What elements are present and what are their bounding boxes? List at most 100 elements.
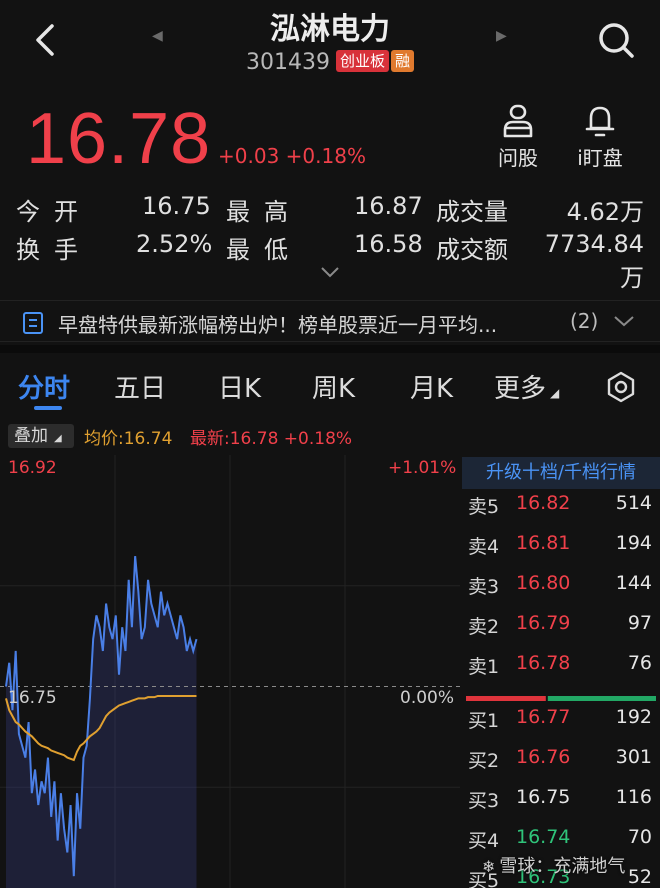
order-book-row: 卖4 16.81 194 [466,532,656,572]
watermark-text: 雪球：充满地气 [499,856,626,877]
order-volume: 116 [615,786,652,808]
stock-subtitle: 301439 创业板融 [0,50,660,75]
volume-label: 成交量 [436,198,508,226]
bell-icon [585,106,615,137]
order-book-row: 卖5 16.82 514 [466,492,656,532]
intraday-chart[interactable] [0,455,460,888]
order-volume: 52 [627,866,652,888]
tab-intraday[interactable]: 分时 [18,368,70,405]
person-icon [503,104,533,138]
order-book-row: 买1 16.77 192 [466,706,656,746]
next-stock-icon[interactable]: ▶ [496,28,507,44]
order-level-label: 买3 [468,790,500,812]
upgrade-order-book-button[interactable]: 升级十档/千档行情 [462,457,660,489]
order-book-row: 卖1 16.78 76 [466,652,656,692]
open-label: 今开 [16,198,92,226]
average-price-label: 均价:16.74 [84,429,173,449]
order-volume: 514 [615,492,652,514]
order-level-label: 卖4 [468,536,500,558]
ask-stock-button[interactable]: 问股 [488,104,548,171]
high-value: 16.87 [354,192,423,220]
change-percent: +0.18% [285,144,366,168]
order-price: 16.74 [516,826,571,848]
settings-icon [607,371,635,403]
chart-base-pct-label: 0.00% [400,688,455,708]
price-change: +0.03 +0.18% [218,144,366,168]
high-label: 最高 [226,198,302,226]
overlay-button[interactable]: 叠加 ◢ [8,424,74,448]
order-book-row: 买3 16.75 116 [466,786,656,826]
overlay-label: 叠加 [14,426,48,446]
volume-value: 4.62万 [566,198,644,226]
tab-five-day[interactable]: 五日 [114,368,166,405]
tab-more[interactable]: 更多 ◢ [494,368,559,405]
turnover-label: 换手 [16,236,92,264]
tab-daily-k[interactable]: 日K [218,368,261,405]
latest-price-label: 最新:16.78 +0.18% [190,429,353,449]
order-price: 16.78 [516,652,571,674]
change-value: +0.03 [218,144,280,168]
watch-label: i盯盘 [577,146,623,170]
tab-more-label: 更多 [494,374,547,404]
turnover-value: 2.52% [136,230,213,258]
chart-high-label: 16.92 [8,458,57,478]
stock-name: 泓淋电力 [270,12,390,47]
board-tag: 创业板 [335,50,389,72]
low-value: 16.58 [354,230,423,258]
order-level-label: 卖5 [468,496,500,518]
tab-weekly-k[interactable]: 周K [312,368,355,405]
news-count: (2) [570,309,599,333]
section-divider [0,345,660,353]
order-price: 16.79 [516,612,571,634]
order-book-row: 买2 16.76 301 [466,746,656,786]
order-book-row: 卖2 16.79 97 [466,612,656,652]
order-price: 16.82 [516,492,571,514]
order-volume: 97 [627,612,652,634]
order-volume: 144 [615,572,652,594]
amount-label: 成交额 [436,236,508,264]
order-book-row: 卖3 16.80 144 [466,572,656,612]
chart-high-pct-label: +1.01% [388,458,457,478]
chart-settings-button[interactable] [604,370,638,408]
order-volume: 192 [615,706,652,728]
tab-monthly-k[interactable]: 月K [410,368,453,405]
order-price: 16.81 [516,532,571,554]
document-icon [23,312,43,334]
chart-base-label: 16.75 [8,688,57,708]
order-volume: 70 [627,826,652,848]
order-price: 16.80 [516,572,571,594]
order-price: 16.75 [516,786,571,808]
order-level-label: 卖1 [468,656,500,678]
caret-down-icon: ◢ [550,386,560,400]
order-volume: 301 [615,746,652,768]
sell-ratio-fill [466,696,546,701]
stock-code: 301439 [245,50,330,75]
order-price: 16.77 [516,706,571,728]
news-banner[interactable]: 早盘特供最新涨幅榜出炉！榜单股票近一月平均... (2) [0,300,660,342]
chevron-down-icon [321,267,339,278]
order-level-label: 卖3 [468,576,500,598]
watch-button[interactable]: i盯盘 [570,104,630,171]
watermark: ❄ 雪球：充满地气 [482,852,625,878]
news-text: 早盘特供最新涨幅榜出炉！榜单股票近一月平均... [58,313,498,337]
order-volume: 76 [627,652,652,674]
margin-tag: 融 [390,50,414,72]
active-tab-indicator [34,406,62,410]
order-level-label: 买1 [468,710,500,732]
order-volume: 194 [615,532,652,554]
expand-stats-button[interactable] [318,264,342,283]
amount-value: 7734.84万 [544,230,644,292]
order-price: 16.76 [516,746,571,768]
current-price: 16.78 [26,99,212,179]
chevron-down-icon [614,316,634,327]
low-label: 最低 [226,236,302,264]
order-level-label: 买2 [468,750,500,772]
order-level-label: 买4 [468,830,500,852]
buy-sell-ratio-bar [466,696,656,701]
buy-ratio-fill [547,696,656,701]
caret-down-icon: ◢ [54,433,62,444]
snowball-logo-icon: ❄ [482,857,496,876]
open-value: 16.75 [142,192,211,220]
order-level-label: 卖2 [468,616,500,638]
ask-stock-label: 问股 [498,146,538,170]
